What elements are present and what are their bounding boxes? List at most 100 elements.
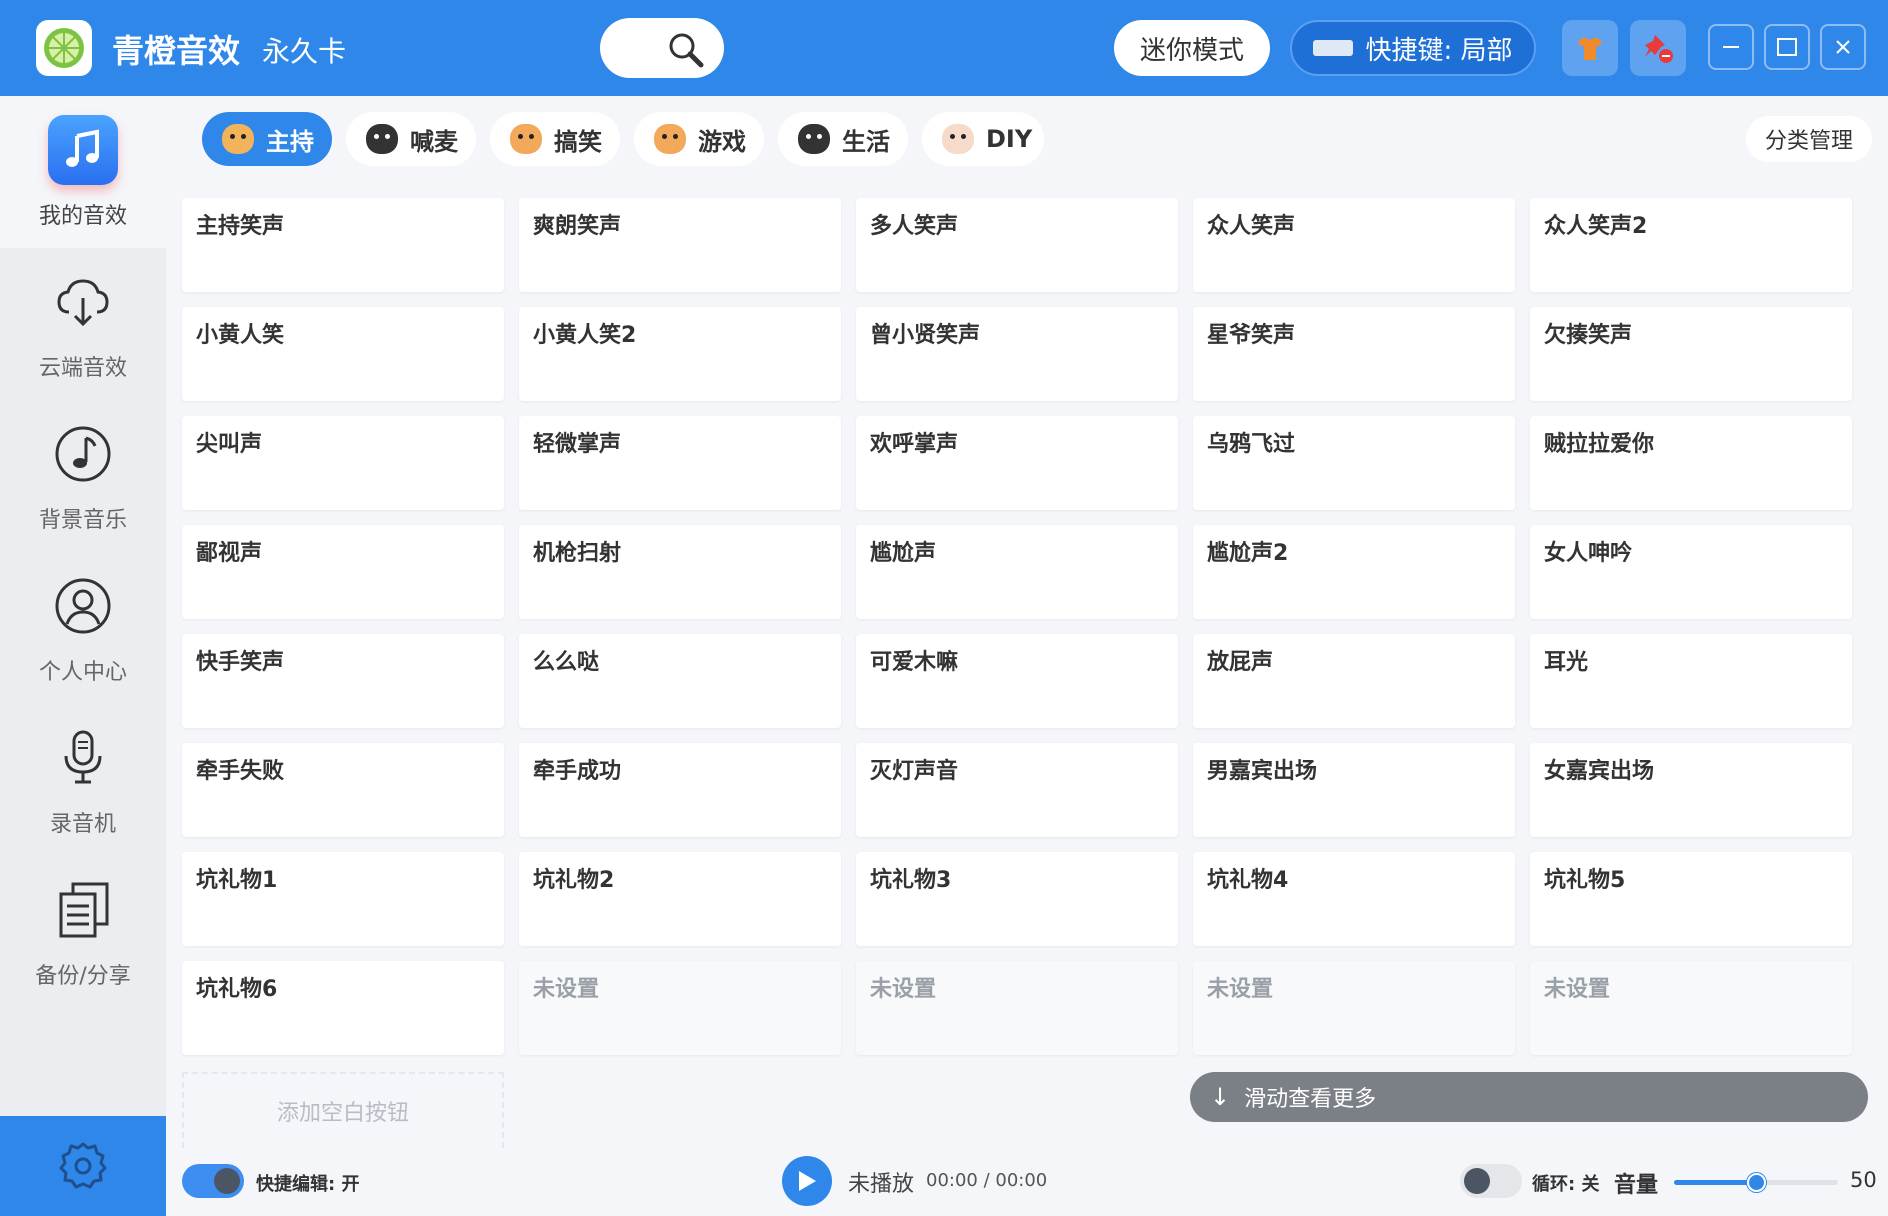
playback-status: 未播放 <box>848 1172 915 1197</box>
sound-button[interactable]: 小黄人笑2 <box>519 307 841 401</box>
tab-funny[interactable]: 搞笑 <box>490 112 620 166</box>
sound-button[interactable]: 男嘉宾出场 <box>1193 743 1515 837</box>
loop-toggle[interactable] <box>1460 1164 1522 1198</box>
sound-button[interactable]: 尴尬声 <box>856 525 1178 619</box>
play-icon <box>799 1171 816 1191</box>
sound-button[interactable]: 坑礼物5 <box>1530 852 1852 946</box>
app-name: 青橙音效 <box>112 32 241 70</box>
sound-button[interactable]: 爽朗笑声 <box>519 198 841 292</box>
sound-button[interactable]: 贼拉拉爱你 <box>1530 416 1852 510</box>
tab-label: 生活 <box>842 127 890 156</box>
sound-button[interactable]: 坑礼物2 <box>519 852 841 946</box>
sound-button[interactable]: 女人呻吟 <box>1530 525 1852 619</box>
sidebar-item-label: 我的音效 <box>38 204 127 229</box>
sidebar-item-backup-share[interactable]: 备份/分享 <box>0 856 166 1008</box>
tab-life[interactable]: 生活 <box>778 112 908 166</box>
shiba-face-icon <box>654 124 686 154</box>
tab-label: 游戏 <box>698 127 746 156</box>
cloud-download-icon <box>57 279 109 327</box>
playback-time: 00:00 / 00:00 <box>926 1170 1048 1191</box>
sound-button[interactable]: 未设置 <box>1530 961 1852 1055</box>
tab-diy[interactable]: DIY <box>922 112 1044 166</box>
quick-edit-label: 快捷编辑: 开 <box>256 1174 360 1195</box>
play-button[interactable] <box>782 1156 832 1206</box>
app-edition: 永久卡 <box>262 35 347 68</box>
sound-button[interactable]: 坑礼物1 <box>182 852 504 946</box>
sidebar-item-my-sounds[interactable]: 我的音效 <box>0 96 166 248</box>
music-disc-icon <box>55 426 111 482</box>
maximize-button[interactable] <box>1764 24 1810 70</box>
tab-mc[interactable]: 喊麦 <box>346 112 476 166</box>
hotkey-button[interactable]: 快捷键: 局部 <box>1290 20 1536 76</box>
sound-button[interactable]: 么么哒 <box>519 634 841 728</box>
pin-button[interactable] <box>1630 20 1686 76</box>
music-note-icon <box>48 115 118 185</box>
title-bar: 青橙音效 永久卡 迷你模式 快捷键: 局部 <box>0 0 1888 96</box>
sound-button[interactable]: 欠揍笑声 <box>1530 307 1852 401</box>
volume-slider[interactable] <box>1674 1173 1838 1192</box>
sound-button[interactable]: 尖叫声 <box>182 416 504 510</box>
close-button[interactable] <box>1820 24 1866 70</box>
sound-button[interactable]: 众人笑声2 <box>1530 198 1852 292</box>
sound-button[interactable]: 曾小贤笑声 <box>856 307 1178 401</box>
keyboard-icon <box>1313 40 1354 56</box>
sound-button[interactable]: 星爷笑声 <box>1193 307 1515 401</box>
hotkey-label: 快捷键: 局部 <box>1365 35 1513 66</box>
scroll-more-hint[interactable]: ↓ 滑动查看更多 <box>1190 1072 1868 1122</box>
skin-button[interactable] <box>1562 20 1618 76</box>
minimize-button[interactable] <box>1708 24 1754 70</box>
sound-button[interactable]: 坑礼物4 <box>1193 852 1515 946</box>
cat-face-icon <box>942 124 974 154</box>
sidebar-item-cloud-sounds[interactable]: 云端音效 <box>0 248 166 400</box>
sound-button[interactable]: 未设置 <box>519 961 841 1055</box>
sound-button[interactable]: 多人笑声 <box>856 198 1178 292</box>
sidebar-item-recorder[interactable]: 录音机 <box>0 704 166 856</box>
sound-button[interactable]: 牵手失败 <box>182 743 504 837</box>
scroll-hint-label: 滑动查看更多 <box>1244 1087 1377 1112</box>
sidebar-item-background-music[interactable]: 背景音乐 <box>0 400 166 552</box>
sound-button[interactable]: 女嘉宾出场 <box>1530 743 1852 837</box>
sound-button[interactable]: 牵手成功 <box>519 743 841 837</box>
sound-button[interactable]: 耳光 <box>1530 634 1852 728</box>
search-button[interactable] <box>600 18 724 78</box>
tab-host[interactable]: 主持 <box>202 112 332 166</box>
sound-button[interactable]: 可爱木嘛 <box>856 634 1178 728</box>
volume-label: 音量 <box>1614 1173 1659 1198</box>
sound-button[interactable]: 众人笑声 <box>1193 198 1515 292</box>
documents-icon <box>59 882 109 938</box>
sound-button[interactable]: 放屁声 <box>1193 634 1515 728</box>
sound-button[interactable]: 机枪扫射 <box>519 525 841 619</box>
volume-slider-handle[interactable] <box>1747 1173 1766 1192</box>
shirt-icon <box>1578 37 1602 60</box>
sound-button[interactable]: 尴尬声2 <box>1193 525 1515 619</box>
tab-label: 搞笑 <box>554 127 602 156</box>
sound-button[interactable]: 主持笑声 <box>182 198 504 292</box>
volume-fill <box>1674 1180 1756 1185</box>
sound-button[interactable]: 未设置 <box>856 961 1178 1055</box>
sidebar-item-label: 备份/分享 <box>35 964 131 989</box>
sound-button[interactable]: 小黄人笑 <box>182 307 504 401</box>
tab-game[interactable]: 游戏 <box>634 112 764 166</box>
tab-label: DIY <box>986 125 1033 153</box>
sound-button[interactable]: 未设置 <box>1193 961 1515 1055</box>
sound-button[interactable]: 鄙视声 <box>182 525 504 619</box>
mini-mode-button[interactable]: 迷你模式 <box>1114 20 1270 76</box>
sound-button[interactable]: 欢呼掌声 <box>856 416 1178 510</box>
category-manage-button[interactable]: 分类管理 <box>1746 116 1872 162</box>
husky-face-icon <box>798 124 830 154</box>
sidebar-item-label: 云端音效 <box>38 356 127 381</box>
sound-button[interactable]: 灭灯声音 <box>856 743 1178 837</box>
settings-button[interactable] <box>0 1116 166 1216</box>
close-icon <box>1836 40 1850 54</box>
sound-button[interactable]: 乌鸦飞过 <box>1193 416 1515 510</box>
sound-button[interactable]: 坑礼物6 <box>182 961 504 1055</box>
sidebar-item-label: 背景音乐 <box>38 508 127 533</box>
add-blank-button[interactable]: 添加空白按钮 <box>182 1072 504 1148</box>
sidebar-item-profile[interactable]: 个人中心 <box>0 552 166 704</box>
sound-button[interactable]: 快手笑声 <box>182 634 504 728</box>
sound-button[interactable]: 坑礼物3 <box>856 852 1178 946</box>
sound-button[interactable]: 轻微掌声 <box>519 416 841 510</box>
quick-edit-toggle[interactable] <box>182 1164 244 1198</box>
maximize-icon <box>1777 38 1797 56</box>
user-icon <box>55 578 111 634</box>
